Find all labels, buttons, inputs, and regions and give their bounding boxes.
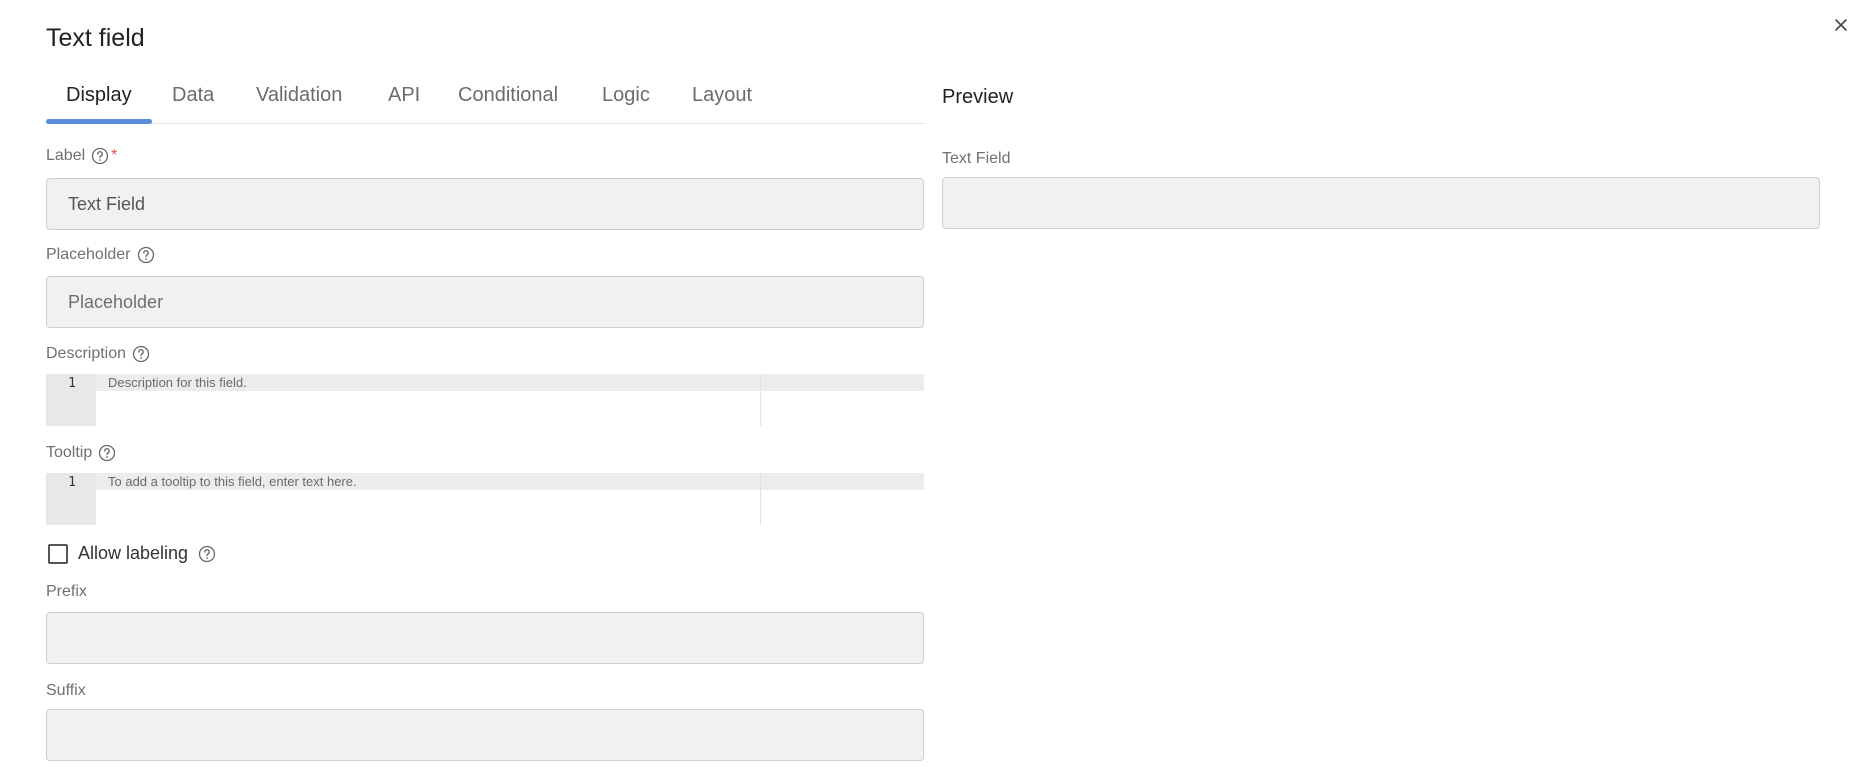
preview-title: Preview bbox=[942, 86, 1014, 108]
preview-text-input[interactable] bbox=[942, 177, 1820, 229]
preview-field-label: Text Field bbox=[942, 150, 1011, 167]
description-field-label: Description bbox=[46, 345, 150, 363]
label-text: Label bbox=[46, 147, 86, 164]
tooltip-editor[interactable]: 1 To add a tooltip to this field, enter … bbox=[46, 473, 924, 525]
placeholder-label-text: Placeholder bbox=[46, 246, 131, 263]
tab-logic[interactable]: Logic bbox=[602, 84, 650, 107]
tab-display[interactable]: Display bbox=[66, 84, 132, 107]
editor-line-number: 1 bbox=[68, 376, 76, 391]
editor-print-margin bbox=[760, 374, 761, 426]
description-editor[interactable]: 1 Description for this field. bbox=[46, 374, 924, 426]
prefix-field-label: Prefix bbox=[46, 583, 87, 601]
tab-data[interactable]: Data bbox=[172, 84, 214, 107]
suffix-input[interactable] bbox=[46, 709, 924, 761]
tab-validation[interactable]: Validation bbox=[256, 84, 342, 107]
editor-print-margin bbox=[760, 473, 761, 525]
help-icon[interactable] bbox=[198, 545, 216, 563]
placeholder-field-label: Placeholder bbox=[46, 246, 155, 264]
prefix-input[interactable] bbox=[46, 612, 924, 664]
placeholder-input[interactable] bbox=[46, 276, 924, 328]
help-icon[interactable] bbox=[91, 147, 109, 165]
tooltip-field-label: Tooltip bbox=[46, 444, 116, 462]
tab-conditional[interactable]: Conditional bbox=[458, 84, 558, 107]
dialog-title: Text field bbox=[46, 24, 145, 52]
suffix-label-text: Suffix bbox=[46, 682, 86, 699]
required-mark: * bbox=[111, 147, 118, 164]
tab-layout[interactable]: Layout bbox=[692, 84, 752, 107]
help-icon[interactable] bbox=[132, 345, 150, 363]
label-field-label: Label * bbox=[46, 147, 117, 165]
help-icon[interactable] bbox=[137, 246, 155, 264]
allow-labeling-label: Allow labeling bbox=[78, 543, 189, 563]
tab-bar: Display Data Validation API Conditional … bbox=[46, 80, 924, 124]
prefix-label-text: Prefix bbox=[46, 583, 87, 600]
close-icon bbox=[1835, 19, 1847, 31]
tab-api[interactable]: API bbox=[388, 84, 420, 107]
editor-line-text: To add a tooltip to this field, enter te… bbox=[108, 474, 357, 489]
close-button[interactable] bbox=[1830, 14, 1852, 36]
label-input[interactable] bbox=[46, 178, 924, 230]
active-tab-indicator bbox=[46, 119, 152, 124]
editor-line-number: 1 bbox=[68, 475, 76, 490]
allow-labeling-row: Allow labeling bbox=[48, 543, 216, 564]
suffix-field-label: Suffix bbox=[46, 682, 86, 700]
tooltip-label-text: Tooltip bbox=[46, 444, 93, 461]
help-icon[interactable] bbox=[98, 444, 116, 462]
allow-labeling-checkbox[interactable] bbox=[48, 543, 68, 564]
editor-line-text: Description for this field. bbox=[108, 375, 247, 390]
description-label-text: Description bbox=[46, 345, 127, 362]
